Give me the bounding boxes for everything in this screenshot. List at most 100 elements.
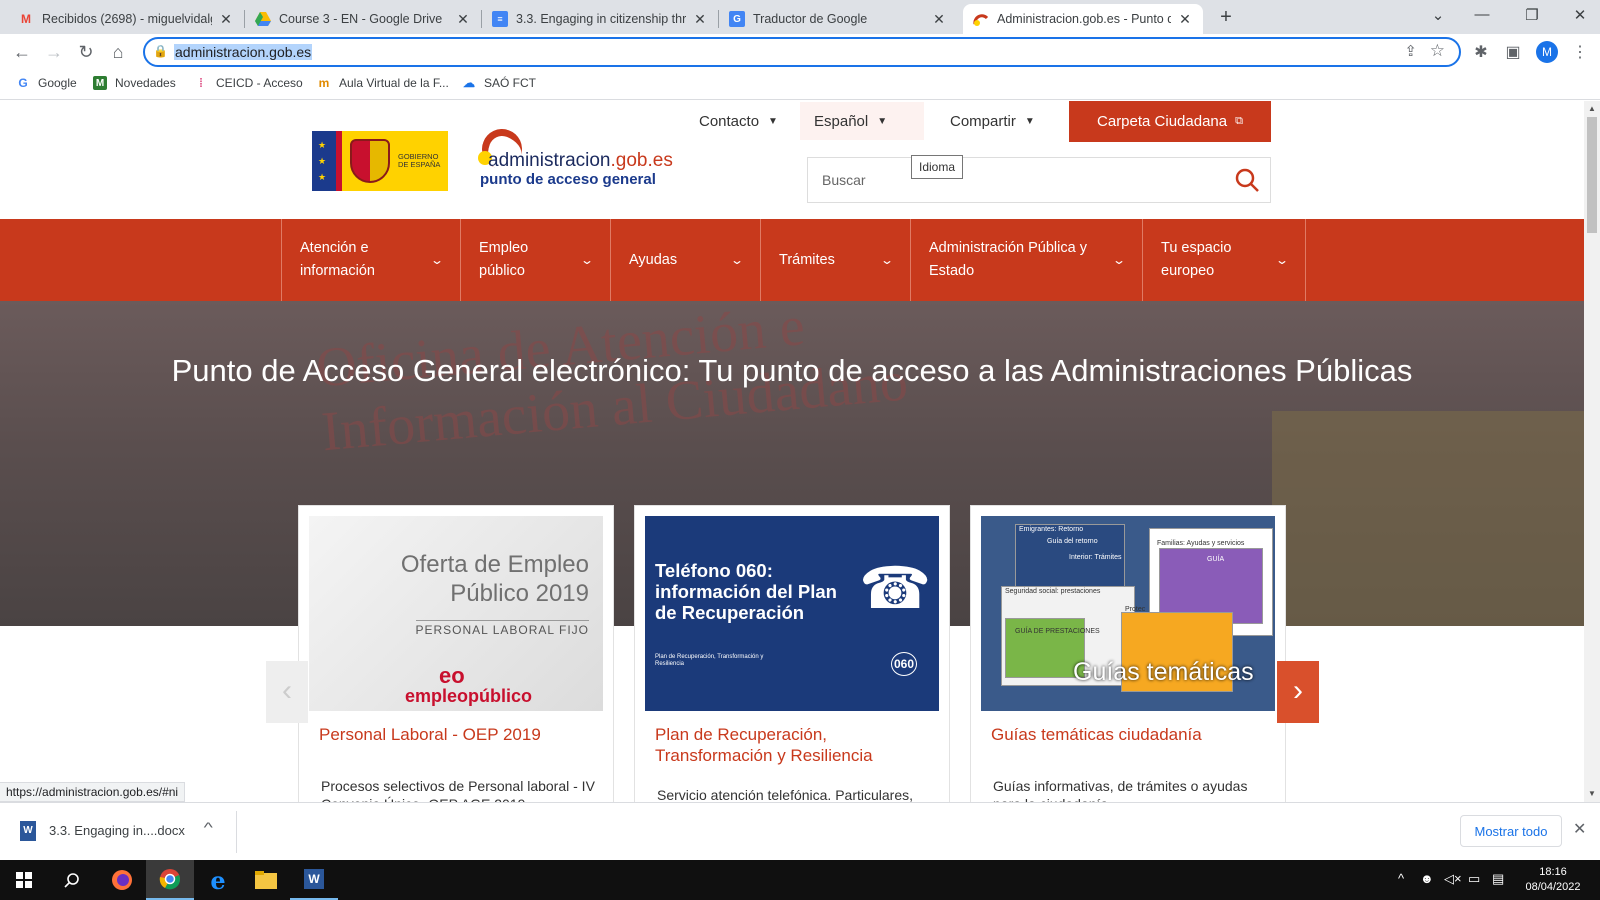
caret-down-icon: ▼ — [1024, 115, 1035, 127]
eu-flag — [312, 131, 336, 191]
menu-kebab-icon[interactable]: ⋮ — [1570, 42, 1590, 62]
bookmarks-bar: G Google M Novedades ⁞ CEICD - Acceso m … — [0, 70, 1600, 100]
taskbar-search-icon[interactable] — [48, 860, 96, 900]
card-plan-recuperacion[interactable]: Teléfono 060: información del Plan de Re… — [634, 505, 950, 802]
windows-start-icon[interactable] — [0, 860, 48, 900]
bookmark-google[interactable]: G Google — [16, 76, 76, 90]
share-icon[interactable]: ⇪ — [1404, 42, 1417, 60]
lock-icon[interactable]: 🔒 — [153, 44, 168, 58]
tab-search-icon[interactable]: ⌄ — [1428, 6, 1448, 24]
bookmark-novedades[interactable]: M Novedades — [93, 76, 176, 90]
close-shelf-icon[interactable]: ✕ — [1573, 819, 1586, 839]
card-personal-laboral[interactable]: Oferta de Empleo Público 2019 PERSONAL L… — [298, 505, 614, 802]
tray-app-icon[interactable]: ☻ — [1420, 871, 1434, 886]
restore-button[interactable]: ❐ — [1522, 6, 1542, 24]
tab-gmail[interactable]: M Recibidos (2698) - miguelvidalgo ✕ — [8, 4, 244, 34]
tab-drive[interactable]: Course 3 - EN - Google Drive ✕ — [245, 4, 481, 34]
forward-icon[interactable]: → — [42, 40, 66, 64]
bookmark-aula-virtual[interactable]: m Aula Virtual de la F... — [317, 76, 449, 90]
card-image-060[interactable]: Teléfono 060: información del Plan de Re… — [645, 516, 939, 711]
caret-down-icon: ▼ — [768, 115, 778, 127]
coat-of-arms-icon — [350, 139, 390, 183]
nav-administracion-publica[interactable]: Administración Pública y Estado ⌄ — [910, 219, 1142, 301]
scroll-down-icon[interactable]: ▼ — [1588, 789, 1596, 798]
new-tab-button[interactable]: + — [1214, 6, 1238, 29]
language-tooltip: Idioma — [911, 155, 963, 179]
nav-atencion-informacion[interactable]: Atención e información ⌄ — [281, 219, 460, 301]
minimize-button[interactable]: — — [1472, 6, 1492, 23]
nav-empleo-publico[interactable]: Empleo público ⌄ — [460, 219, 610, 301]
card-image-guias[interactable]: Emigrantes: Retorno Guía del retorno Int… — [981, 516, 1275, 711]
nav-ayudas[interactable]: Ayudas ⌄ — [610, 219, 760, 301]
home-icon[interactable]: ⌂ — [106, 40, 130, 64]
tab-administracion[interactable]: Administracion.gob.es - Punto de ✕ — [963, 4, 1203, 34]
nav-espacio-europeo[interactable]: Tu espacio europeo ⌄ — [1142, 219, 1306, 301]
url-text[interactable]: administracion.gob.es — [174, 44, 313, 60]
telephone-icon: ☎ — [859, 556, 932, 621]
windows-taskbar: e W ^ ☻ ◁× ▭ ▤ 18:16 08/04/2022 — [0, 860, 1600, 900]
gmail-icon: M — [21, 12, 31, 26]
google-icon: G — [18, 76, 28, 90]
chrome-icon[interactable] — [146, 860, 194, 900]
show-all-downloads-button[interactable]: Mostrar todo — [1460, 815, 1562, 847]
download-item[interactable]: 3.3. Engaging in....docx — [49, 823, 185, 838]
network-icon[interactable]: ▭ — [1468, 871, 1480, 887]
bookmark-sao-fct[interactable]: ☁ SAÓ FCT — [462, 76, 536, 90]
administracion-logo[interactable]: administracion.gob.es punto de acceso ge… — [476, 123, 738, 195]
word-file-icon: W — [20, 821, 36, 841]
carousel-prev-button[interactable]: ‹ — [266, 661, 308, 723]
notifications-icon[interactable]: ▤ — [1492, 871, 1504, 887]
close-icon[interactable]: ✕ — [218, 11, 234, 28]
tab-translate[interactable]: G Traductor de Google ✕ — [719, 4, 957, 34]
tab-strip: M Recibidos (2698) - miguelvidalgo ✕ Cou… — [0, 0, 1600, 34]
close-icon[interactable]: ✕ — [692, 11, 708, 28]
citizen-folder-button[interactable]: Carpeta Ciudadana ⧉ — [1069, 101, 1271, 142]
card-guias-tematicas[interactable]: Emigrantes: Retorno Guía del retorno Int… — [970, 505, 1286, 802]
edge-icon[interactable]: e — [194, 860, 242, 900]
page-scrollbar[interactable]: ▲ ▼ — [1584, 101, 1600, 802]
search-input[interactable] — [808, 158, 1218, 202]
volume-muted-icon[interactable]: ◁× — [1444, 871, 1462, 887]
external-link-icon: ⧉ — [1235, 115, 1243, 127]
file-explorer-icon[interactable] — [242, 860, 290, 900]
card-image-oep[interactable]: Oferta de Empleo Público 2019 PERSONAL L… — [309, 516, 603, 711]
bookmark-ceicd[interactable]: ⁞ CEICD - Acceso — [194, 76, 303, 90]
browser-toolbar: ← → ↻ ⌂ 🔒 administracion.gob.es ⇪ ☆ ✱ ▣ … — [0, 34, 1600, 70]
close-icon[interactable]: ✕ — [1177, 11, 1193, 28]
status-bar-url: https://administracion.gob.es/#ni — [0, 782, 186, 802]
card-title[interactable]: Personal Laboral - OEP 2019 — [319, 724, 599, 745]
profile-avatar[interactable]: M — [1536, 41, 1558, 63]
address-bar[interactable]: 🔒 administracion.gob.es ⇪ ☆ — [143, 37, 1461, 67]
page-viewport: Contacto ▼ Español ▼ Compartir ▼ Carpeta Ci… — [0, 101, 1584, 802]
word-icon[interactable]: W — [290, 860, 338, 900]
translate-icon: G — [729, 11, 745, 27]
novedades-icon: M — [93, 76, 107, 90]
reload-icon[interactable]: ↻ — [74, 40, 98, 64]
chevron-up-icon[interactable]: ^ — [204, 819, 213, 835]
close-icon[interactable]: ✕ — [931, 11, 947, 28]
nav-tramites[interactable]: Trámites ⌄ — [760, 219, 910, 301]
close-window-button[interactable]: ✕ — [1570, 6, 1590, 24]
close-icon[interactable]: ✕ — [455, 11, 471, 28]
carousel-next-button[interactable]: › — [1277, 661, 1319, 723]
caret-down-icon: ▼ — [877, 115, 888, 127]
language-menu[interactable]: Español ▼ — [800, 102, 924, 140]
back-icon[interactable]: ← — [10, 40, 34, 64]
search-icon[interactable] — [1234, 167, 1260, 193]
firefox-icon[interactable] — [98, 860, 146, 900]
gobierno-espana-logo[interactable]: GOBIERNO DE ESPAÑA — [312, 131, 448, 191]
card-title[interactable]: Plan de Recuperación, Transformación y R… — [655, 724, 935, 766]
side-panel-icon[interactable]: ▣ — [1503, 42, 1523, 62]
chevron-down-icon: ⌄ — [429, 253, 445, 267]
hero-title: Punto de Acceso General electrónico: Tu … — [171, 353, 1413, 388]
bookmark-star-icon[interactable]: ☆ — [1430, 41, 1445, 61]
tab-docs[interactable]: ≡ 3.3. Engaging in citizenship throu ✕ — [482, 4, 718, 34]
chevron-down-icon: ⌄ — [1274, 253, 1290, 267]
extensions-icon[interactable]: ✱ — [1471, 42, 1491, 62]
share-menu[interactable]: Compartir ▼ — [936, 102, 1049, 140]
scrollbar-thumb[interactable] — [1587, 117, 1597, 233]
card-title[interactable]: Guías temáticas ciudadanía — [991, 724, 1271, 745]
tray-chevron-icon[interactable]: ^ — [1398, 871, 1404, 886]
scroll-up-icon[interactable]: ▲ — [1588, 104, 1596, 113]
taskbar-clock[interactable]: 18:16 08/04/2022 — [1518, 865, 1588, 895]
